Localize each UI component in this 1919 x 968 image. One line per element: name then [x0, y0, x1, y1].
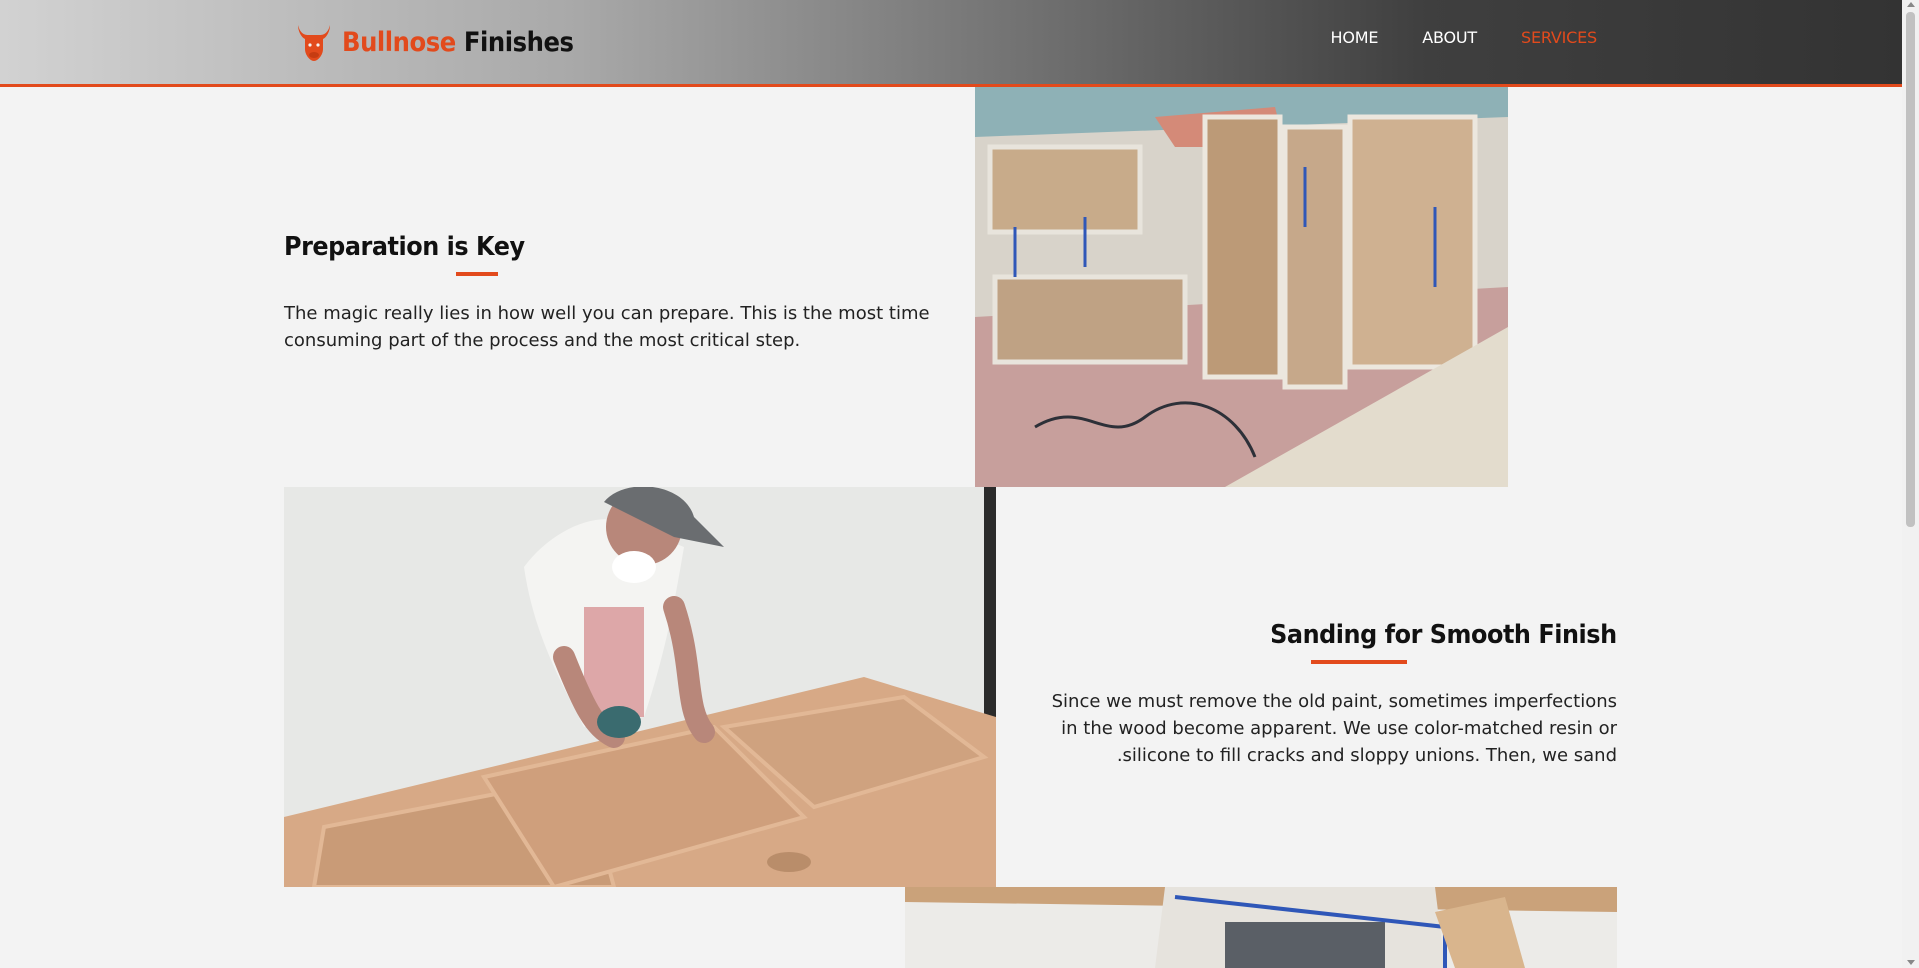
text-sanding-line2: in the wood become apparent. We use colo… — [1061, 718, 1617, 739]
brand-name-part2: Finishes — [463, 26, 574, 58]
kitchen-prep-image — [975, 87, 1508, 487]
scroll-up-icon[interactable] — [1907, 2, 1915, 7]
text-sanding-line1: Since we must remove the old paint, some… — [1051, 691, 1617, 712]
text-preparation: The magic really lies in how well you ca… — [284, 303, 930, 351]
scrollbar[interactable] — [1902, 0, 1919, 968]
photo-sanding-door — [284, 487, 996, 887]
text-sanding-line3: .silicone to fill cracks and sloppy unio… — [1116, 745, 1617, 766]
heading-sanding: Sanding for Smooth Finish — [1270, 620, 1617, 650]
text-sanding: Since we must remove the old paint, some… — [997, 688, 1617, 769]
scroll-down-icon[interactable] — [1907, 960, 1915, 965]
nav-services[interactable]: SERVICES — [1521, 28, 1597, 47]
scrollbar-thumb[interactable] — [1906, 12, 1915, 527]
heading-sanding-wrap: Sanding for Smooth Finish — [1240, 620, 1617, 650]
main-nav: HOME ABOUT SERVICES — [1331, 28, 1598, 47]
heading-preparation: Preparation is Key — [284, 232, 525, 262]
photo-kitchen-prep — [975, 87, 1508, 487]
heading-preparation-wrap: Preparation is Key — [284, 232, 546, 262]
photo-ceiling-prep — [905, 887, 1617, 968]
heading-underline — [456, 272, 498, 276]
ceiling-prep-image — [905, 887, 1617, 968]
logo[interactable]: Bullnose Finishes — [296, 20, 599, 64]
site-header: Bullnose Finishes HOME ABOUT SERVICES — [0, 0, 1902, 87]
nav-about[interactable]: ABOUT — [1422, 28, 1477, 47]
brand-name: Bullnose Finishes — [342, 27, 574, 58]
nav-home[interactable]: HOME — [1331, 28, 1379, 47]
sanding-door-image — [284, 487, 996, 887]
bull-head-icon — [298, 25, 330, 61]
brand-name-part1: Bullnose — [342, 26, 456, 58]
page: Bullnose Finishes HOME ABOUT SERVICES Pr… — [0, 0, 1919, 968]
heading-underline — [1311, 660, 1407, 664]
